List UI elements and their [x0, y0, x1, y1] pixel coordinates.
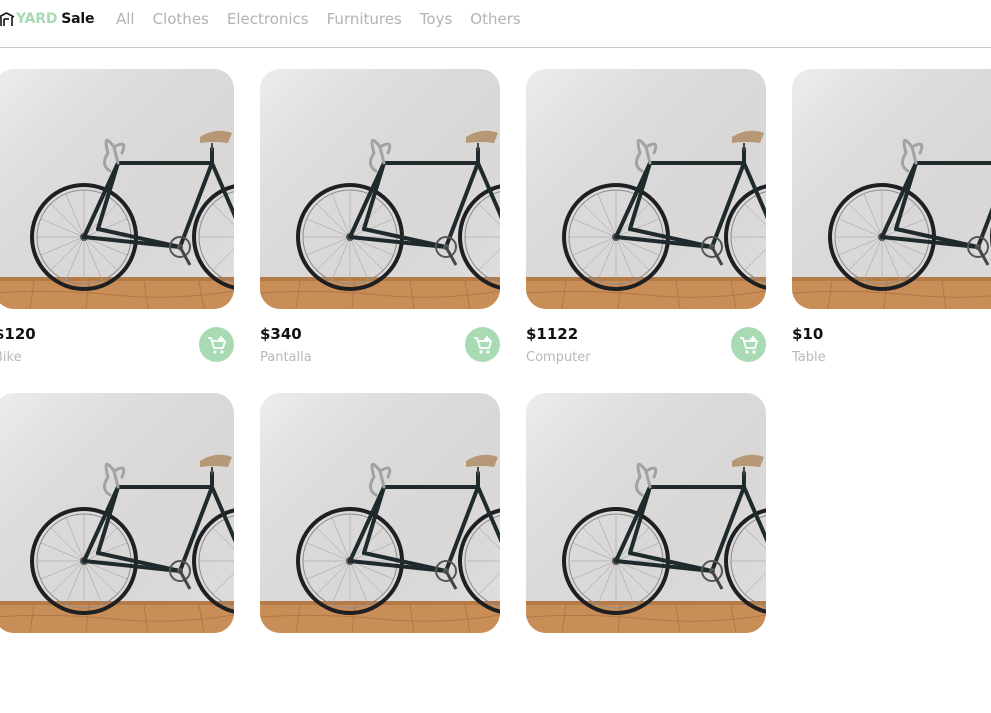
add-to-cart-button[interactable] — [465, 327, 500, 362]
product-card[interactable]: $1122 Computer — [526, 69, 766, 389]
product-price: $1122 — [526, 325, 579, 343]
product-price: $340 — [260, 325, 302, 343]
add-to-cart-icon — [207, 335, 226, 354]
nav-link-all[interactable]: All — [116, 10, 135, 28]
product-image[interactable] — [526, 393, 766, 633]
product-image[interactable] — [0, 393, 234, 633]
add-to-cart-icon — [739, 335, 758, 354]
product-name: Pantalla — [260, 350, 312, 365]
add-to-cart-button[interactable] — [731, 327, 766, 362]
store-icon — [0, 11, 15, 26]
product-name: Table — [792, 350, 826, 365]
add-to-cart-icon — [473, 335, 492, 354]
product-card[interactable] — [526, 393, 766, 713]
top-navbar: YARD Sale All Clothes Electronics Furnit… — [0, 0, 991, 48]
product-image[interactable] — [792, 69, 991, 309]
brand-logo[interactable]: YARD Sale — [0, 9, 94, 29]
product-image[interactable] — [0, 69, 234, 309]
product-card[interactable] — [260, 393, 500, 713]
brand-name-part2: Sale — [61, 11, 95, 27]
add-to-cart-button[interactable] — [199, 327, 234, 362]
product-card[interactable] — [0, 393, 234, 713]
product-name: Bike — [0, 350, 22, 365]
category-nav: All Clothes Electronics Furnitures Toys … — [116, 9, 539, 29]
product-image[interactable] — [260, 393, 500, 633]
nav-link-others[interactable]: Others — [470, 10, 520, 28]
product-image[interactable] — [260, 69, 500, 309]
nav-link-electronics[interactable]: Electronics — [227, 10, 309, 28]
product-name: Computer — [526, 350, 591, 365]
product-card[interactable]: $10 Table — [792, 69, 991, 389]
nav-link-furnitures[interactable]: Furnitures — [327, 10, 402, 28]
nav-link-toys[interactable]: Toys — [420, 10, 452, 28]
nav-link-clothes[interactable]: Clothes — [153, 10, 209, 28]
brand-name-part1: YARD — [16, 11, 58, 27]
product-card[interactable]: $120 Bike — [0, 69, 234, 389]
product-image[interactable] — [526, 69, 766, 309]
product-card[interactable]: $340 Pantalla — [260, 69, 500, 389]
product-price: $120 — [0, 325, 36, 343]
product-price: $10 — [792, 325, 824, 343]
